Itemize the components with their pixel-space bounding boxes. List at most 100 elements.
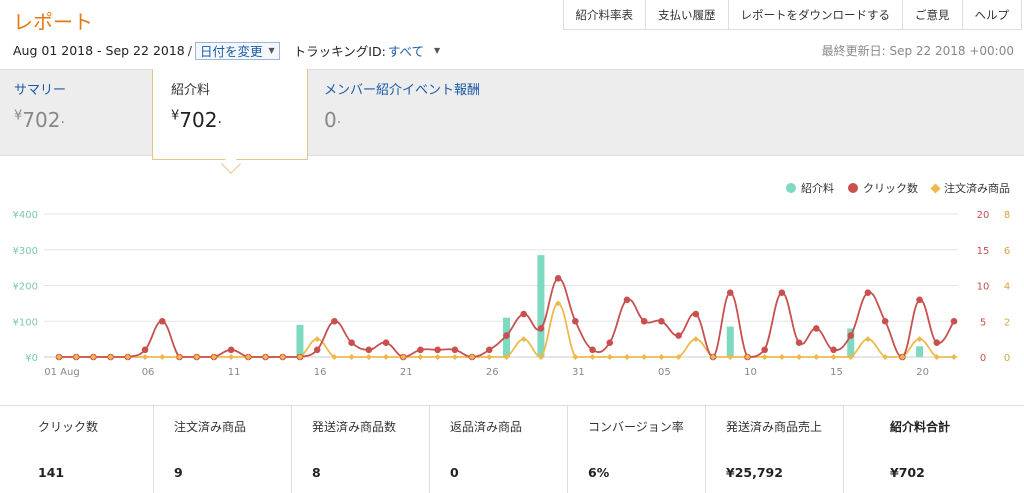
y-axis-tick-label: ¥400 [13, 210, 38, 221]
metric-label: クリック数 [38, 420, 99, 434]
orders-point [486, 354, 493, 360]
x-axis-tick-label: 20 [916, 367, 929, 378]
orders-point [864, 336, 871, 343]
x-axis-tick-label: 21 [400, 367, 413, 378]
legend-label-orders: 注文済み商品 [944, 182, 1010, 195]
clicks-point [417, 346, 424, 354]
orders-point [314, 336, 321, 343]
legend-swatch-commission [786, 183, 796, 193]
orders-point [830, 354, 837, 360]
clicks-point [572, 317, 579, 325]
x-axis-tick-label: 26 [486, 367, 499, 378]
tracking-id-label: トラッキングID: [293, 44, 386, 59]
change-date-dropdown[interactable]: 日付を変更 ▼ [194, 41, 280, 60]
clicks-point [331, 317, 338, 325]
metric-ordered-items: 注文済み商品 9 [154, 406, 292, 493]
metric-label: コンバージョン率 [588, 420, 684, 434]
orders-point [658, 354, 665, 360]
y-axis-right-clicks-tick-label: 20 [977, 210, 990, 221]
x-axis-tick-label: 05 [658, 367, 671, 378]
nav-payment-history[interactable]: 支払い履歴 [646, 0, 729, 29]
y-axis-right-clicks-tick-label: 0 [980, 353, 986, 364]
clicks-point [692, 310, 700, 318]
x-axis-tick-label: 31 [572, 367, 585, 378]
chart-legend: 紹介料 クリック数 注文済み商品 [786, 180, 1010, 196]
orders-point [159, 354, 166, 360]
metric-conversion-rate: コンバージョン率 6% [568, 406, 706, 493]
orders-point [417, 354, 424, 360]
nav-help[interactable]: ヘルプ [963, 0, 1022, 29]
orders-point [761, 354, 768, 360]
orders-point [606, 354, 613, 360]
y-axis-right-orders-tick-label: 6 [1004, 246, 1010, 257]
y-axis-right-clicks-tick-label: 15 [977, 246, 990, 257]
orders-point [142, 354, 149, 360]
x-axis-tick-label: 01 Aug [44, 367, 79, 378]
metric-label: 返品済み商品 [450, 420, 523, 434]
clicks-point [916, 296, 923, 304]
metrics-bar: クリック数 141 注文済み商品 9 発送済み商品数 8 返品済み商品 0 コン… [0, 405, 1024, 493]
clicks-point [589, 346, 596, 354]
clicks-point [778, 289, 786, 296]
metric-commission-total: 紹介料合計 ¥702 [844, 406, 1024, 493]
legend-item-orders[interactable]: 注文済み商品 [930, 180, 1010, 196]
metric-value: ¥702 [890, 465, 925, 480]
date-range: Aug 01 2018 - Sep 22 2018 [13, 43, 185, 58]
orders-point [813, 354, 820, 360]
x-axis-tick-label: 11 [228, 367, 241, 378]
metric-value: 8 [312, 465, 321, 480]
caret-down-icon: ▼ [268, 46, 275, 55]
commission-bar [537, 255, 545, 357]
orders-point [434, 354, 441, 360]
y-axis-right-orders-tick-label: 2 [1004, 317, 1010, 328]
y-axis-right-orders-tick-label: 8 [1004, 210, 1010, 221]
clicks-point [606, 339, 614, 346]
clicks-point [227, 346, 235, 354]
orders-point [383, 354, 390, 360]
legend-item-clicks[interactable]: クリック数 [848, 180, 918, 196]
tab-member-referral[interactable]: メンバー紹介イベント報酬 0· [308, 70, 608, 157]
clicks-point [313, 346, 321, 354]
page-title: レポート [13, 10, 93, 34]
tracking-id-dropdown[interactable]: すべて [388, 41, 424, 60]
legend-swatch-clicks [848, 183, 858, 193]
clicks-point [365, 346, 373, 354]
legend-label-clicks: クリック数 [863, 182, 918, 195]
commission-bar [296, 324, 304, 357]
y-axis-tick-label: ¥0 [25, 353, 38, 364]
y-axis-tick-label: ¥200 [13, 282, 38, 293]
clicks-point [726, 289, 734, 296]
clicks-point [503, 332, 510, 339]
clicks-point [434, 346, 441, 354]
y-axis-right-clicks-tick-label: 10 [977, 282, 990, 293]
nav-commission-rates[interactable]: 紹介料率表 [564, 0, 646, 29]
nav-feedback[interactable]: ご意見 [903, 0, 963, 29]
orders-point [916, 336, 923, 343]
x-axis-tick-label: 15 [830, 367, 843, 378]
orders-point [951, 354, 957, 360]
tab-commission-value: ¥702· [171, 108, 222, 132]
y-axis-right-orders-tick-label: 4 [1004, 282, 1010, 293]
clicks-point [485, 346, 493, 354]
metric-value: ¥25,792 [726, 465, 783, 480]
clicks-point [761, 346, 768, 354]
orders-point [451, 354, 458, 360]
legend-swatch-orders [930, 183, 941, 193]
commission-bar [916, 346, 924, 357]
clicks-point [640, 317, 648, 325]
metric-value: 6% [588, 465, 610, 480]
metric-label: 発送済み商品数 [312, 420, 397, 434]
clicks-point [830, 346, 837, 354]
tab-summary-value: ¥702· [14, 108, 65, 132]
x-axis-tick-label: 16 [314, 367, 327, 378]
nav-download-report[interactable]: レポートをダウンロードする [729, 0, 903, 29]
legend-item-commission[interactable]: 紹介料 [786, 180, 834, 196]
caret-down-icon[interactable]: ▼ [434, 46, 440, 55]
metric-shipped-revenue: 発送済み商品売上 ¥25,792 [706, 406, 844, 493]
change-date-label: 日付を変更 [199, 44, 263, 59]
clicks-point [950, 317, 958, 325]
tab-summary[interactable]: サマリー ¥702· [0, 70, 152, 157]
metric-returned-items: 返品済み商品 0 [430, 406, 568, 493]
legend-label-commission: 紹介料 [801, 182, 834, 195]
tab-commission[interactable]: 紹介料 ¥702· [152, 69, 308, 160]
